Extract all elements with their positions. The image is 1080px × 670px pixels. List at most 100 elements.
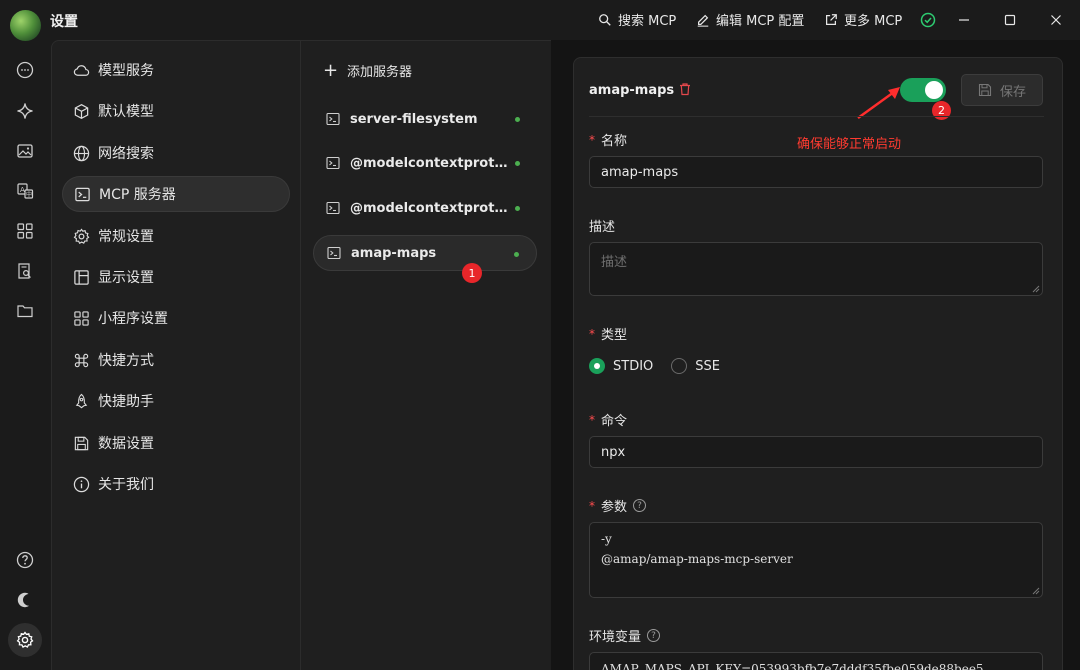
cube-icon (74, 103, 89, 119)
nav-item-general-settings[interactable]: 常规设置 (62, 218, 290, 254)
terminal-icon (75, 187, 90, 201)
save-label: 保存 (999, 84, 1026, 100)
command-label-text: 命令 (601, 414, 628, 429)
nav-item-data-settings[interactable]: 数据设置 (62, 425, 290, 461)
help-icon[interactable]: ? (633, 499, 647, 512)
annotation-text: 确保能够正常启动 (797, 137, 902, 152)
description-textarea[interactable]: 描述 (589, 242, 1043, 296)
name-input[interactable]: amap-maps (589, 156, 1043, 188)
settings-nav: 模型服务 默认模型 网络搜索 MCP 服务器 常规设置 显示设置 小程序设置 快… (51, 40, 301, 670)
server-item-selected[interactable]: amap-maps (313, 235, 537, 271)
image-icon[interactable] (15, 141, 35, 161)
nav-item-label: 关于我们 (98, 477, 154, 493)
nav-item-model-service[interactable]: 模型服务 (62, 52, 290, 88)
search-mcp-button[interactable]: 搜索 MCP (598, 10, 676, 29)
nav-item-label: 默认模型 (98, 104, 154, 120)
nav-item-label: 显示设置 (98, 270, 154, 286)
sparkle-icon[interactable] (15, 101, 35, 121)
command-input[interactable]: npx (589, 436, 1043, 468)
translate-icon[interactable]: A中 (15, 181, 35, 201)
nav-item-label: 快捷助手 (98, 394, 154, 410)
nav-item-label: 网络搜索 (98, 146, 154, 162)
type-option-label: SSE (695, 358, 720, 374)
server-item[interactable]: server-filesystem (313, 101, 537, 137)
terminal-icon (326, 201, 340, 215)
add-server-button[interactable]: + 添加服务器 (323, 61, 412, 80)
server-status-dot (514, 252, 519, 257)
args-line: @amap/amap-maps-mcp-server (601, 552, 793, 566)
gear-icon (73, 227, 90, 244)
settings-gear-icon[interactable] (15, 630, 35, 650)
apps-grid-icon[interactable] (15, 221, 35, 241)
user-avatar[interactable] (10, 10, 41, 41)
close-button[interactable] (1044, 8, 1068, 32)
window-title: 设置 (50, 14, 78, 30)
edit-icon (697, 14, 709, 27)
maximize-icon (1004, 14, 1016, 26)
name-label: * 名称 (589, 130, 628, 150)
more-mcp-button[interactable]: 更多 MCP (824, 10, 902, 29)
nav-item-mcp-servers[interactable]: MCP 服务器 (62, 176, 290, 212)
more-mcp-label: 更多 MCP (844, 14, 903, 29)
trash-icon[interactable] (678, 82, 692, 96)
nav-item-default-model[interactable]: 默认模型 (62, 93, 290, 129)
info-icon (73, 476, 90, 492)
layout-icon (74, 269, 89, 285)
description-placeholder: 描述 (601, 255, 628, 270)
env-label-text: 环境变量 (589, 630, 642, 645)
nav-item-label: 数据设置 (98, 436, 154, 452)
nav-item-label: 模型服务 (98, 63, 154, 79)
terminal-icon (327, 246, 341, 260)
close-icon (1051, 15, 1061, 25)
maximize-button[interactable] (998, 8, 1022, 32)
help-icon[interactable]: ? (647, 629, 661, 642)
name-label-text: 名称 (601, 134, 628, 149)
save-icon (74, 436, 89, 450)
search-icon (599, 13, 611, 26)
plus-icon: + (323, 59, 339, 81)
nav-item-web-search[interactable]: 网络搜索 (62, 135, 290, 171)
description-label-text: 描述 (589, 220, 616, 235)
terminal-icon (326, 112, 340, 126)
chat-icon[interactable] (15, 60, 35, 80)
type-option-label: STDIO (613, 358, 654, 374)
icon-rail: A中 (0, 40, 51, 670)
command-icon (74, 353, 89, 367)
nav-item-quick-assistant[interactable]: 快捷助手 (62, 383, 290, 419)
cloud-icon (73, 64, 90, 76)
nav-item-about-us[interactable]: 关于我们 (62, 466, 290, 502)
svg-text:中: 中 (26, 191, 32, 199)
minimize-button[interactable] (952, 8, 976, 32)
nav-item-display-settings[interactable]: 显示设置 (62, 259, 290, 295)
nav-item-label: 小程序设置 (98, 311, 168, 327)
type-radio-stdio[interactable]: STDIO (589, 358, 653, 374)
minimize-icon (959, 19, 969, 21)
search-mcp-label: 搜索 MCP (618, 14, 677, 29)
args-label: * 参数 ? (589, 496, 647, 515)
help-icon[interactable] (15, 550, 35, 570)
theme-moon-icon[interactable] (15, 590, 35, 610)
title-bar: 设置 搜索 MCP 编辑 MCP 配置 更多 MCP (0, 0, 1080, 41)
file-search-icon[interactable] (15, 261, 35, 281)
type-radio-sse[interactable]: SSE (671, 358, 720, 374)
env-textarea[interactable]: AMAP_MAPS_API_KEY=053993bfb7e7dddf35fbe0… (589, 652, 1043, 670)
nav-item-shortcuts[interactable]: 快捷方式 (62, 342, 290, 378)
folder-icon[interactable] (15, 301, 35, 321)
save-button[interactable]: 保存 (961, 74, 1043, 106)
server-name: amap-maps (351, 245, 437, 261)
server-item[interactable]: @modelcontextprotocol/server-b (313, 190, 537, 226)
nav-item-mini-app-settings[interactable]: 小程序设置 (62, 300, 290, 336)
edit-mcp-config-label: 编辑 MCP 配置 (716, 14, 805, 29)
args-label-text: 参数 (601, 500, 628, 515)
globe-icon (73, 145, 90, 161)
add-server-label: 添加服务器 (347, 65, 413, 80)
edit-mcp-config-button[interactable]: 编辑 MCP 配置 (696, 10, 804, 29)
resize-handle-icon[interactable] (1032, 285, 1040, 293)
external-link-icon (826, 13, 837, 25)
server-item[interactable]: @modelcontextprotocol/server-a (313, 145, 537, 181)
args-textarea[interactable]: -y @amap/amap-maps-mcp-server (589, 522, 1043, 598)
terminal-icon (326, 156, 340, 170)
resize-handle-icon[interactable] (1032, 587, 1040, 595)
annotation-badge: 1 (462, 263, 482, 283)
type-label-text: 类型 (601, 328, 628, 343)
